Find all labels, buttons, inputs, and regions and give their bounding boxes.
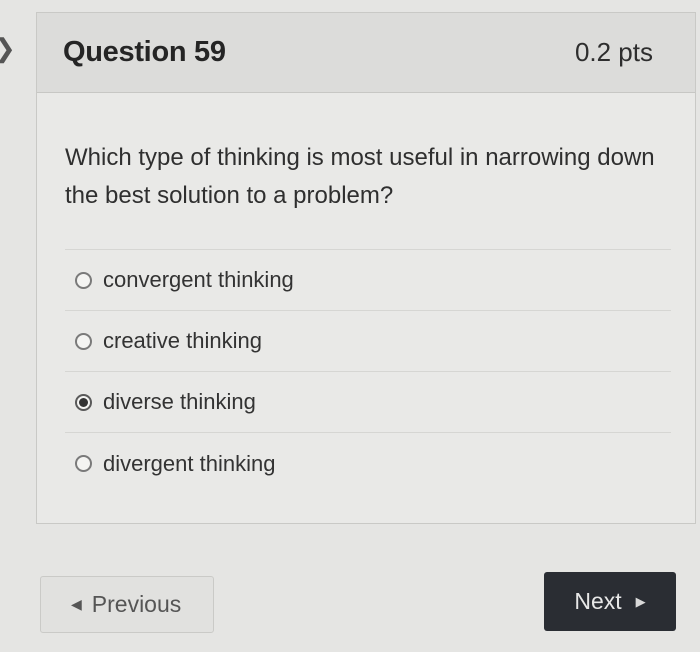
answer-list: convergent thinking creative thinking di… bbox=[65, 249, 671, 494]
question-points: 0.2 pts bbox=[574, 37, 653, 67]
answer-option-convergent[interactable]: convergent thinking bbox=[65, 250, 671, 311]
previous-button[interactable]: ◀ Previous bbox=[40, 576, 214, 633]
answer-option-divergent[interactable]: divergent thinking bbox=[65, 433, 671, 494]
next-button[interactable]: Next ▶ bbox=[544, 572, 676, 631]
question-header: Question 59 0.2 pts bbox=[37, 13, 695, 93]
question-body: Which type of thinking is most useful in… bbox=[37, 93, 695, 494]
radio-button-selected[interactable] bbox=[75, 393, 92, 411]
question-text: Which type of thinking is most useful in… bbox=[65, 144, 655, 209]
quiz-page: ❯ Question 59 0.2 pts Which type of thin… bbox=[0, 0, 700, 652]
triangle-left-icon: ◀ bbox=[71, 596, 82, 612]
radio-button[interactable] bbox=[75, 455, 92, 472]
triangle-right-icon: ▶ bbox=[635, 593, 646, 609]
answer-option-diverse[interactable]: diverse thinking bbox=[65, 372, 671, 433]
next-label: Next bbox=[574, 588, 622, 614]
answer-label: creative thinking bbox=[103, 328, 262, 353]
chevron-left-icon[interactable]: ❯ bbox=[0, 35, 16, 61]
answer-label: diverse thinking bbox=[103, 389, 256, 414]
answer-label: divergent thinking bbox=[103, 450, 276, 476]
answer-label: convergent thinking bbox=[103, 267, 294, 292]
answer-option-creative[interactable]: creative thinking bbox=[65, 311, 671, 372]
previous-label: Previous bbox=[91, 591, 182, 617]
radio-button[interactable] bbox=[75, 332, 92, 350]
radio-button[interactable] bbox=[75, 271, 92, 289]
question-title: Question 59 bbox=[63, 36, 226, 68]
question-card: Question 59 0.2 pts Which type of thinki… bbox=[36, 12, 696, 524]
